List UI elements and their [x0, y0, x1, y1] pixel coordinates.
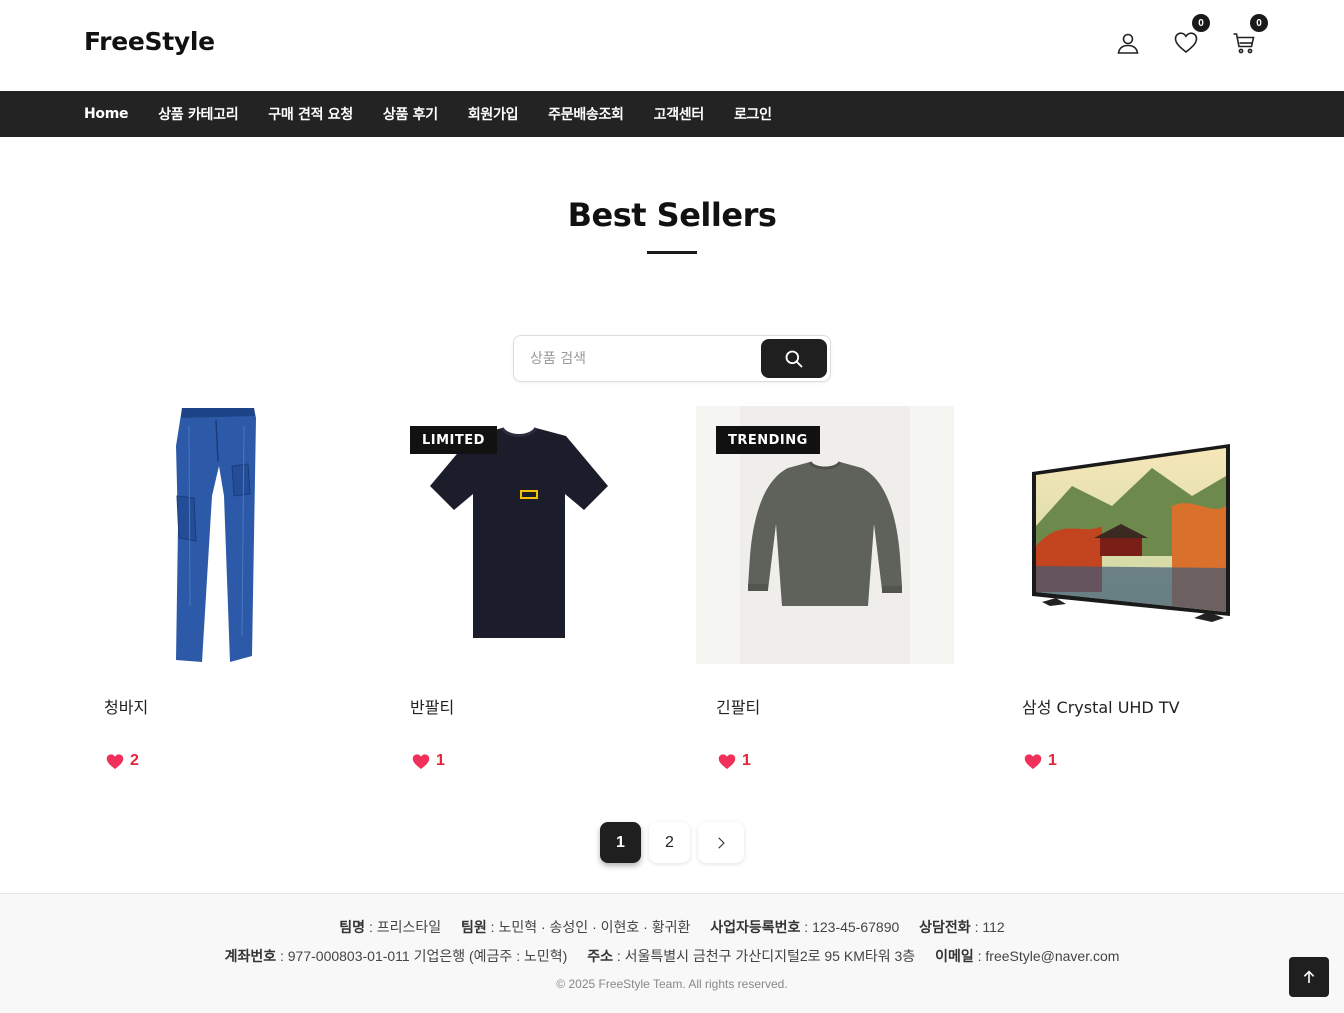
footer-address-value: : 서울특별시 금천구 가산디지털2로 95 KM타워 3층	[612, 948, 916, 964]
cart-button[interactable]: 0	[1232, 14, 1268, 56]
footer-phone-value: : 112	[970, 919, 1005, 935]
nav-home[interactable]: Home	[84, 106, 129, 122]
nav-reviews[interactable]: 상품 후기	[383, 104, 438, 124]
footer-phone-label: 상담전화	[919, 919, 971, 935]
search-button[interactable]	[761, 339, 827, 378]
search-icon	[785, 350, 803, 367]
footer-email-label: 이메일	[935, 948, 974, 964]
footer-team-value: : 프리스타일	[365, 919, 442, 935]
heart-outline-icon	[1174, 32, 1198, 54]
like-count: 1	[742, 752, 751, 769]
product-tag: TRENDING	[716, 426, 820, 454]
search-bar	[513, 335, 831, 382]
like-count: 2	[130, 752, 139, 769]
nav-categories[interactable]: 상품 카테고리	[158, 104, 238, 124]
header-actions: 0 0	[1116, 14, 1268, 56]
product-name[interactable]: 반팔티	[410, 694, 454, 718]
user-icon[interactable]	[1116, 30, 1140, 56]
footer-copyright: © 2025 FreeStyle Team. All rights reserv…	[556, 977, 788, 991]
product-card[interactable]: 청바지 2	[84, 406, 342, 769]
footer-info-row: 팀명 : 프리스타일 팀원 : 노민혁 · 송성인 · 이현호 · 황귀환 사업…	[0, 917, 1344, 937]
site-header: FreeStyle 0 0	[0, 0, 1344, 91]
product-card[interactable]: 삼성 Crystal UHD TV 1	[1002, 406, 1260, 769]
like-count: 1	[436, 752, 445, 769]
wishlist-button[interactable]: 0	[1174, 14, 1210, 56]
next-page-button[interactable]	[698, 822, 744, 863]
product-tag: LIMITED	[410, 426, 497, 454]
product-card[interactable]: LIMITED 반팔티 1	[390, 406, 648, 769]
heart-icon	[1024, 753, 1042, 769]
like-count: 1	[1048, 752, 1057, 769]
page-1-button[interactable]: 1	[600, 822, 641, 863]
product-image[interactable]	[1002, 406, 1260, 664]
footer-team-label: 팀명	[339, 919, 366, 935]
pagination: 1 2	[600, 822, 744, 863]
nav-login[interactable]: 로그인	[734, 104, 772, 124]
page-2-button[interactable]: 2	[649, 822, 690, 863]
heart-icon	[412, 753, 430, 769]
heart-icon	[718, 753, 736, 769]
footer-address-label: 주소	[587, 948, 613, 964]
footer-account-label: 계좌번호	[224, 948, 277, 964]
product-name[interactable]: 청바지	[104, 694, 148, 718]
product-image[interactable]	[84, 406, 342, 664]
footer-biz-value: : 123-45-67890	[800, 919, 900, 935]
chevron-right-icon	[718, 836, 725, 849]
scroll-to-top-button[interactable]	[1289, 957, 1329, 997]
nav-signup[interactable]: 회원가입	[468, 104, 519, 124]
nav-order-tracking[interactable]: 주문배송조회	[548, 104, 624, 124]
like-button[interactable]: 1	[718, 752, 751, 770]
section-title: Best Sellers	[567, 196, 777, 234]
tv-image	[1032, 444, 1230, 622]
footer-biz-label: 사업자등록번호	[710, 919, 801, 935]
main-nav: Home 상품 카테고리 구매 견적 요청 상품 후기 회원가입 주문배송조회 …	[0, 91, 1344, 137]
site-footer: 팀명 : 프리스타일 팀원 : 노민혁 · 송성인 · 이현호 · 황귀환 사업…	[0, 893, 1344, 1013]
jeans-image	[176, 408, 256, 662]
title-underline	[647, 251, 697, 254]
nav-quote-request[interactable]: 구매 견적 요청	[268, 104, 353, 124]
heart-icon	[106, 753, 124, 769]
product-card[interactable]: TRENDING 긴팔티 1	[696, 406, 954, 769]
arrow-up-icon	[1303, 970, 1315, 983]
footer-account-value: : 977-000803-01-011 기업은행 (예금주 : 노민혁)	[276, 948, 568, 964]
product-name[interactable]: 삼성 Crystal UHD TV	[1022, 694, 1180, 718]
footer-members-value: : 노민혁 · 송성인 · 이현호 · 황귀환	[486, 919, 691, 935]
search-input[interactable]	[528, 346, 758, 372]
like-button[interactable]: 1	[1024, 752, 1057, 770]
footer-members-label: 팀원	[461, 919, 487, 935]
product-name[interactable]: 긴팔티	[716, 694, 760, 718]
footer-email-value[interactable]: : freeStyle@naver.com	[974, 948, 1120, 964]
cart-count-badge: 0	[1250, 14, 1268, 32]
footer-info-row: 계좌번호 : 977-000803-01-011 기업은행 (예금주 : 노민혁…	[0, 946, 1344, 966]
like-button[interactable]: 1	[412, 752, 445, 770]
wishlist-count-badge: 0	[1192, 14, 1210, 32]
like-button[interactable]: 2	[106, 752, 139, 770]
product-image[interactable]: LIMITED	[390, 406, 648, 664]
site-logo[interactable]: FreeStyle	[84, 27, 215, 56]
cart-icon	[1233, 33, 1255, 54]
nav-customer-center[interactable]: 고객센터	[654, 104, 705, 124]
product-image[interactable]: TRENDING	[696, 406, 954, 664]
